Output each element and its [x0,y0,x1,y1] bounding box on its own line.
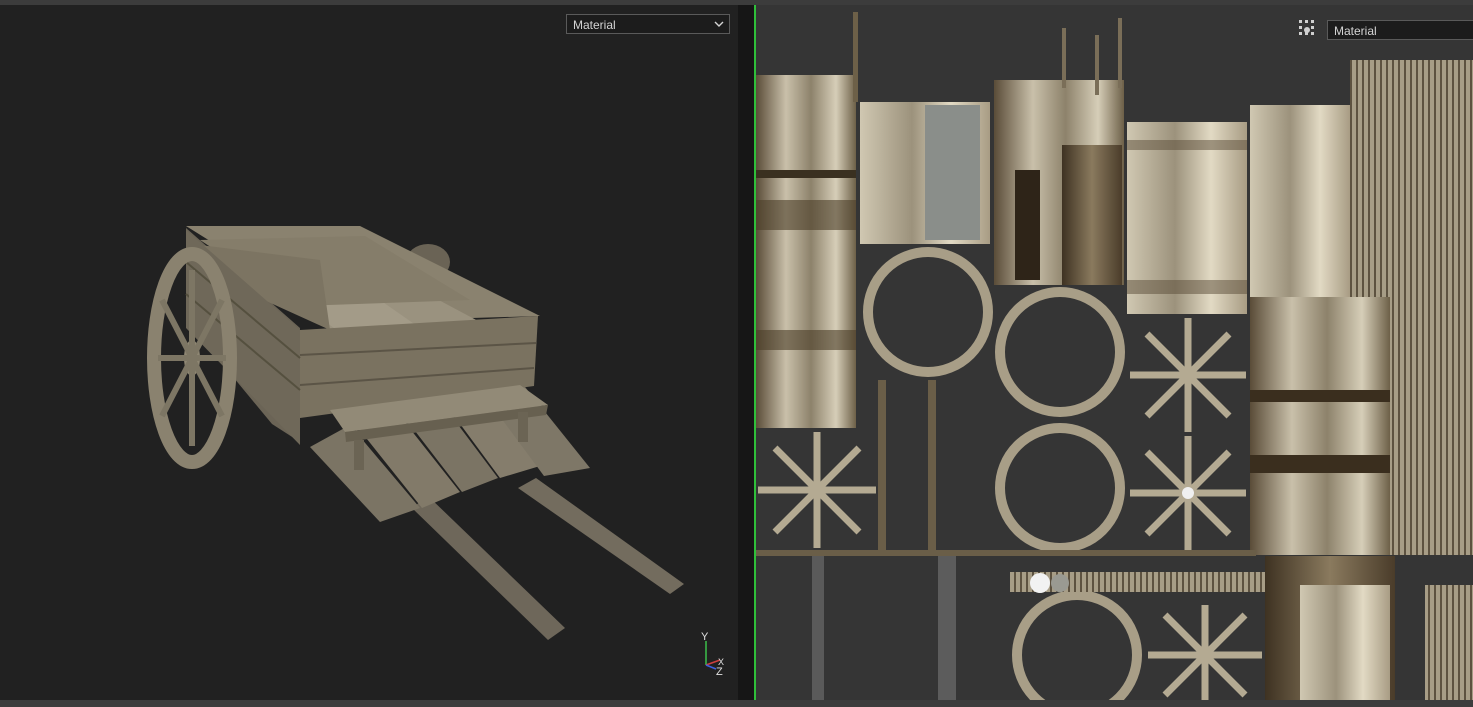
splitter[interactable] [738,5,754,700]
axis-z-label: Z [716,666,723,678]
uv-shading-dropdown[interactable]: Material [1327,20,1473,40]
viewport-shading-dropdown[interactable]: Material [566,14,730,34]
grid-icon[interactable] [1298,19,1316,37]
axis-y-label: Y [701,631,709,643]
chevron-down-icon [714,21,724,27]
uv-shading-label: Material [1334,24,1377,38]
bottom-bar [0,700,1473,707]
3d-viewport[interactable]: Y X Z Material [0,5,738,700]
uv-editor-viewport[interactable]: Material [754,5,1473,700]
viewport-shading-label: Material [573,18,616,32]
uv-layout [756,12,1473,700]
uv-border-line [754,5,756,700]
cart-model: Y X Z [147,226,724,678]
